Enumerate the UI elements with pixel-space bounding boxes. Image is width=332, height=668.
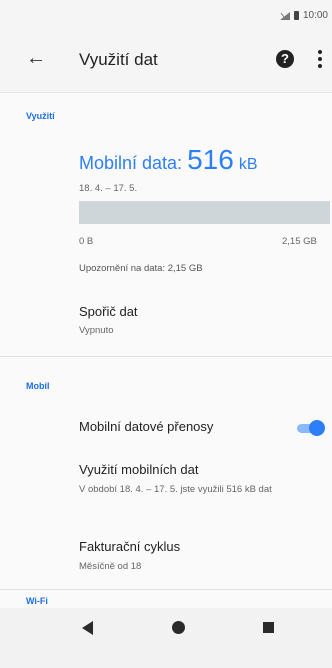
section-divider	[0, 589, 332, 590]
mobile-data-value: 516	[187, 144, 234, 175]
mobile-data-label: Mobilní data:	[79, 153, 183, 173]
nav-back-icon[interactable]	[82, 621, 93, 635]
section-divider	[0, 356, 332, 357]
status-bar: 10:00	[0, 0, 332, 28]
section-header-usage: Využití	[26, 111, 55, 121]
data-saver-status: Vypnuto	[79, 325, 114, 336]
mobile-data-summary: Mobilní data: 516 kB	[79, 144, 257, 176]
system-nav-bar	[0, 608, 332, 668]
mobile-data-usage-title[interactable]: Využití mobilních dat	[79, 462, 198, 477]
usage-bar-min-label: 0 B	[79, 236, 94, 247]
app-toolbar: ← Využití dat ?	[0, 28, 332, 93]
page-title: Využití dat	[79, 50, 158, 69]
billing-cycle-title[interactable]: Fakturační cyklus	[79, 539, 180, 554]
mobile-data-usage-desc: V období 18. 4. – 17. 5. jste využili 51…	[79, 484, 272, 495]
mobile-data-toggle[interactable]	[297, 420, 327, 436]
section-header-mobile: Mobil	[26, 381, 50, 391]
status-time: 10:00	[302, 10, 328, 21]
more-vert-icon[interactable]	[318, 50, 322, 68]
usage-bar	[79, 201, 330, 224]
usage-bar-max-label: 2,15 GB	[282, 236, 317, 247]
nav-recents-icon[interactable]	[263, 622, 274, 633]
nav-home-icon[interactable]	[172, 621, 185, 634]
billing-cycle-desc: Měsíčně od 18	[79, 561, 142, 572]
settings-content: Využití Mobilní data: 516 kB 18. 4. – 17…	[0, 93, 332, 608]
help-icon[interactable]: ?	[276, 50, 294, 68]
battery-icon	[293, 11, 299, 20]
arrow-left-icon[interactable]: ←	[26, 48, 46, 68]
status-icons: 10:00	[279, 10, 328, 21]
section-header-wifi: Wi-Fi	[26, 596, 48, 606]
usage-period: 18. 4. – 17. 5.	[79, 183, 138, 194]
data-saver-title[interactable]: Spořič dat	[79, 304, 138, 319]
mobile-data-unit: kB	[238, 156, 258, 173]
mobile-data-transfer-label[interactable]: Mobilní datové přenosy	[79, 419, 213, 434]
signal-icon	[279, 11, 290, 20]
data-warning: Upozornění na data: 2,15 GB	[79, 263, 203, 274]
